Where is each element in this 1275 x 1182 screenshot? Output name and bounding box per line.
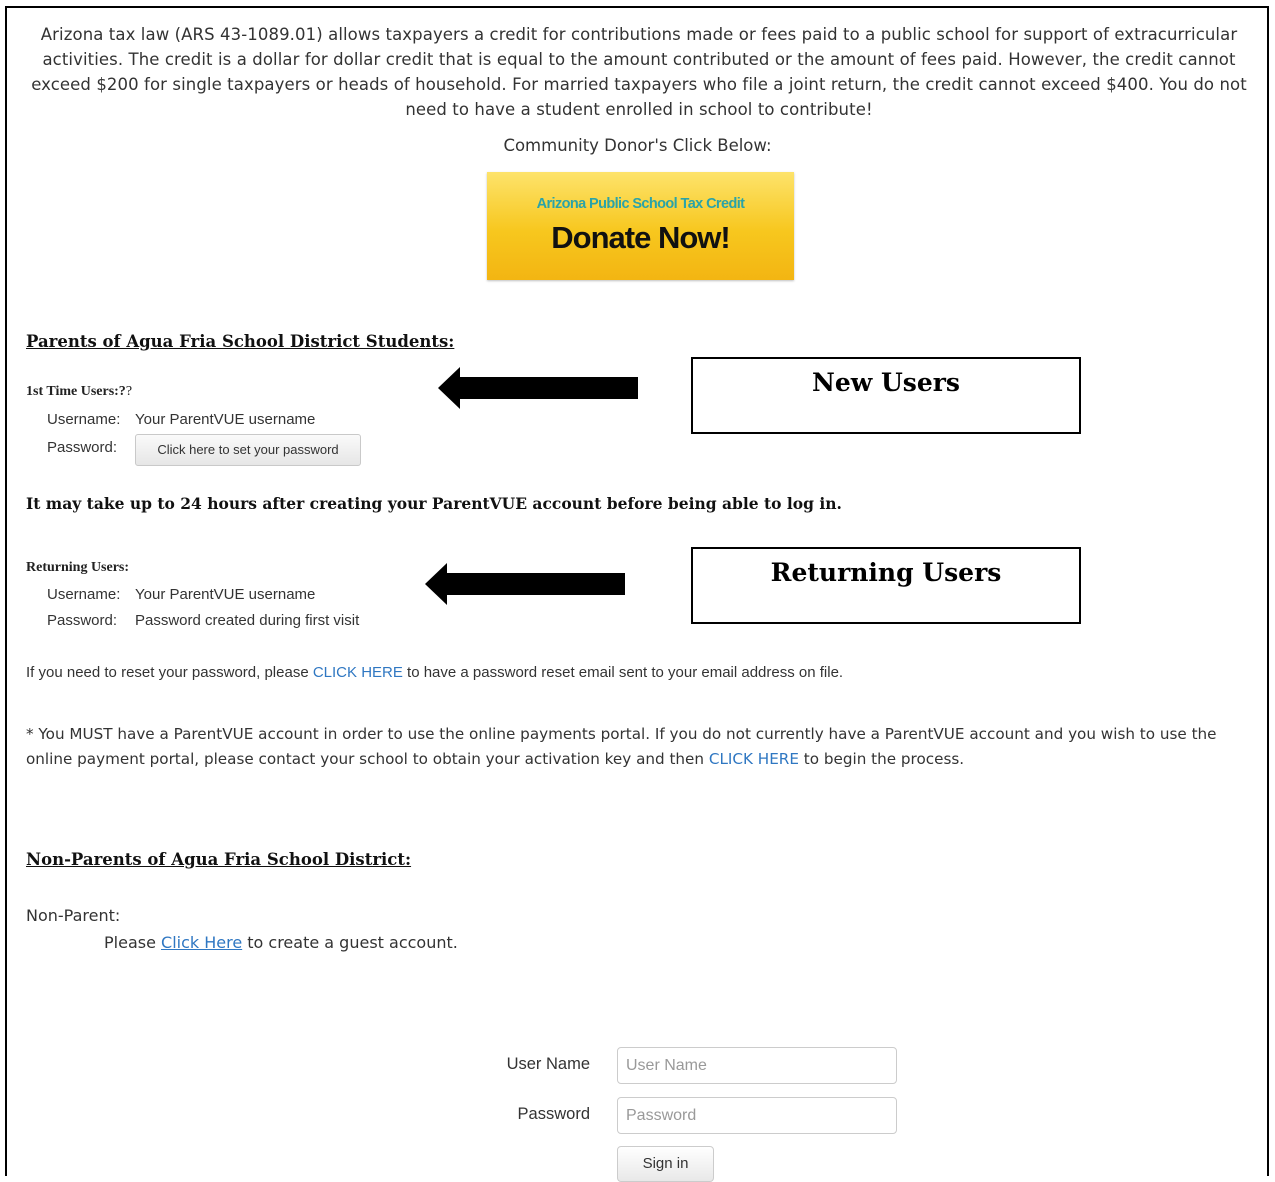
set-password-button[interactable]: Click here to set your password [135, 434, 361, 466]
parents-heading: Parents of Agua Fria School District Stu… [26, 332, 455, 351]
account-delay-warning: It may take up to 24 hours after creatin… [26, 494, 842, 513]
donate-title: Donate Now! [551, 220, 730, 255]
returning-users-callout: Returning Users [691, 547, 1081, 624]
sign-in-button[interactable]: Sign in [617, 1146, 714, 1182]
username-value: Your ParentVUE username [135, 411, 316, 428]
guest-before: Please [104, 933, 162, 952]
reset-password-link[interactable]: CLICK HERE [313, 664, 403, 681]
reset-password-text: If you need to reset your password, plea… [26, 660, 843, 685]
first-time-users-label: 1st Time Users:?? [26, 384, 132, 400]
donate-subtitle: Arizona Public School Tax Credit [536, 196, 745, 212]
password-key: Password: [47, 439, 118, 456]
username-key: Username: [47, 586, 121, 603]
first-time-users-label-text: 1st Time Users:? [26, 384, 126, 399]
reset-before: If you need to reset your password, plea… [26, 664, 313, 681]
new-users-callout: New Users [691, 357, 1081, 434]
first-time-username-row: Username: Your ParentVUE username [47, 411, 315, 428]
guest-after: to create a guest account. [242, 933, 458, 952]
username-value: Your ParentVUE username [135, 586, 316, 603]
first-time-users-label-suffix: ? [125, 384, 133, 399]
community-donor-label: Community Donor's Click Below: [503, 136, 772, 155]
note-after: to begin the process. [798, 750, 965, 768]
returning-users-label: Returning Users: [26, 560, 130, 575]
password-key: Password: [47, 612, 118, 629]
donate-now-button[interactable]: Arizona Public School Tax Credit Donate … [487, 172, 794, 280]
returning-username-row: Username: Your ParentVUE username [47, 586, 315, 603]
note-before: * You MUST have a ParentVUE account in o… [26, 725, 1217, 768]
password-label: Password [517, 1105, 590, 1123]
parentvue-required-note: * You MUST have a ParentVUE account in o… [26, 722, 1258, 772]
password-input[interactable] [617, 1097, 897, 1134]
non-parents-heading: Non-Parents of Agua Fria School District… [26, 850, 412, 869]
returning-password-row: Password: Password created during first v… [47, 612, 359, 629]
activation-link[interactable]: CLICK HERE [709, 750, 799, 768]
password-value: Password created during first visit [135, 612, 360, 629]
guest-account-link[interactable]: Click Here [161, 933, 242, 952]
reset-after: to have a password reset email sent to y… [402, 664, 844, 681]
username-label: User Name [506, 1055, 590, 1073]
first-time-password-key: Password: [47, 439, 117, 456]
username-input[interactable] [617, 1047, 897, 1084]
username-key: Username: [47, 411, 121, 428]
guest-account-text: Please Click Here to create a guest acco… [104, 930, 458, 955]
tax-credit-intro: Arizona tax law (ARS 43-1089.01) allows … [31, 25, 1247, 119]
non-parent-label: Non-Parent: [26, 906, 121, 925]
arrow-left-icon [438, 367, 638, 409]
arrow-left-icon [425, 563, 625, 605]
